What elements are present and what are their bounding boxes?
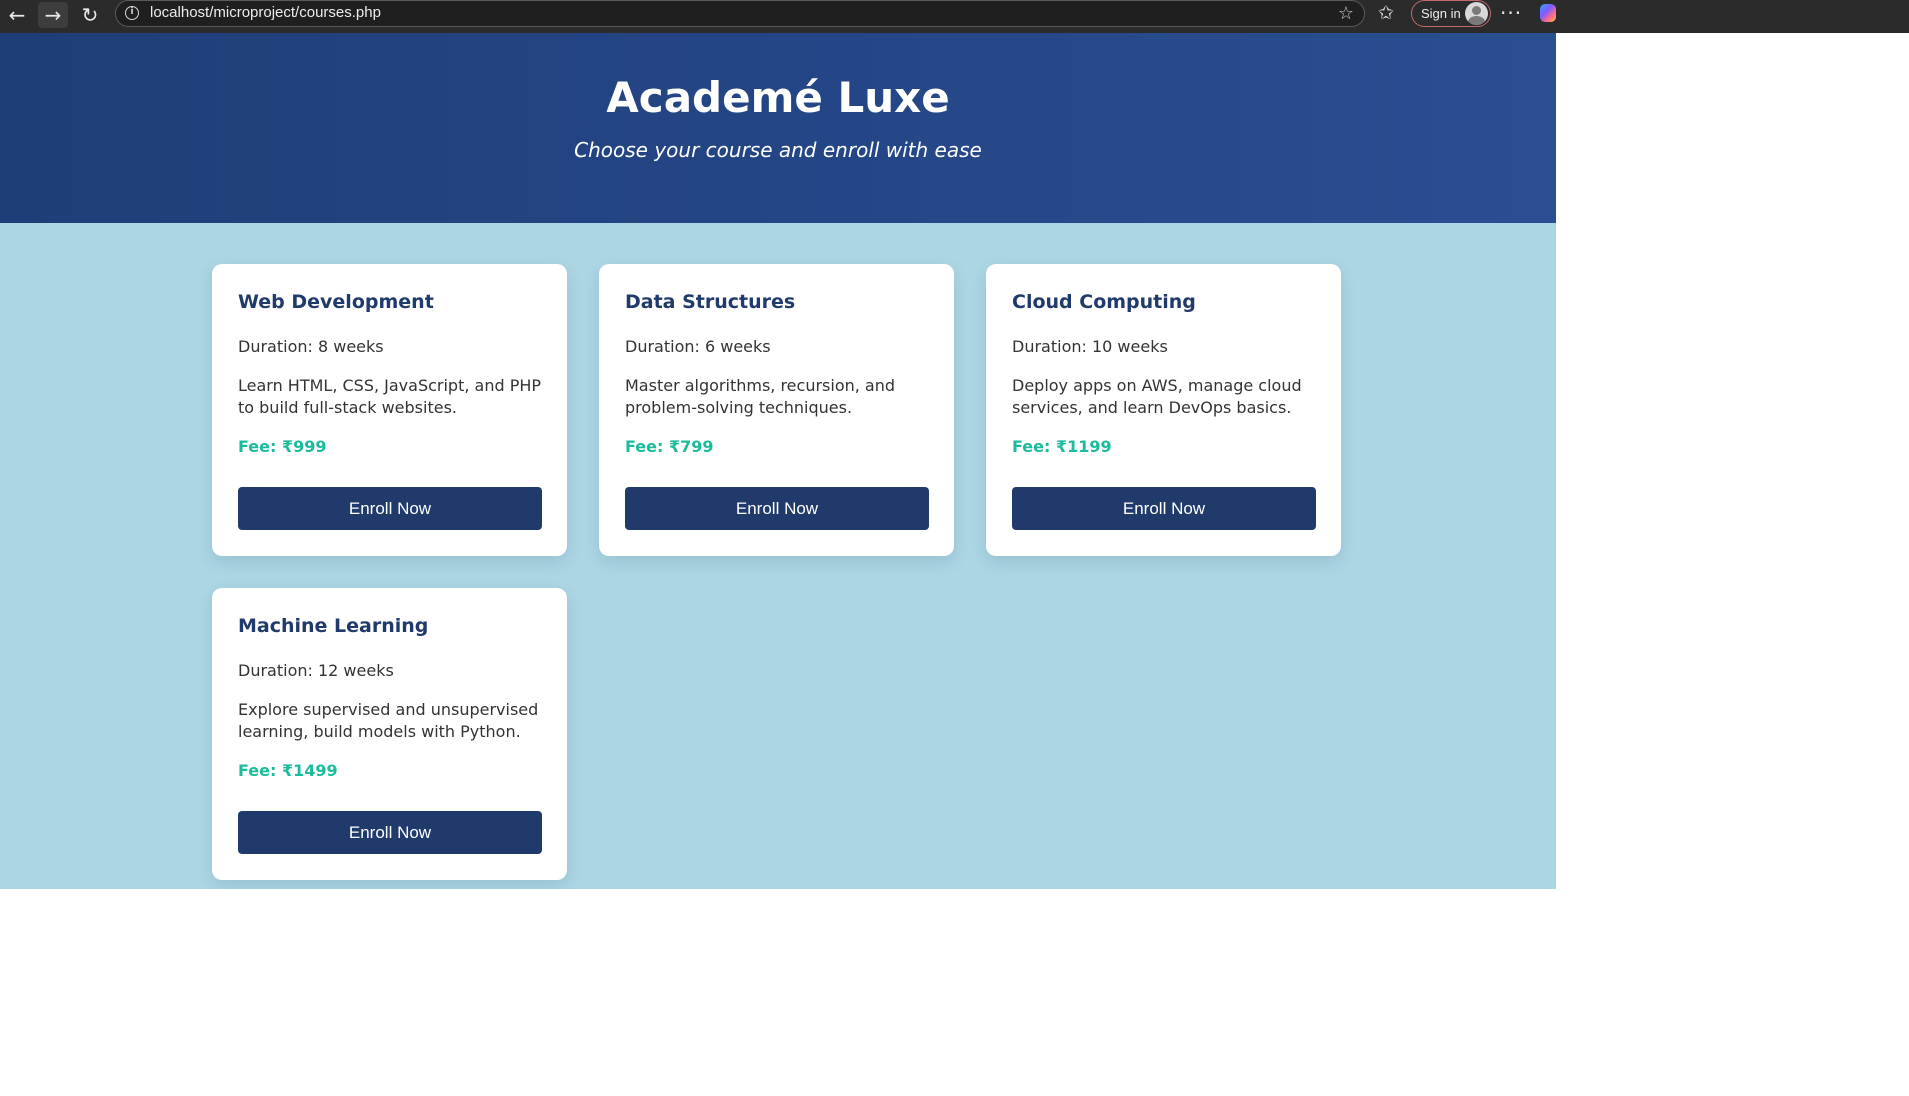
address-bar[interactable]: i localhost/microproject/courses.php ☆ — [115, 0, 1365, 27]
browser-toolbar: ← → ↻ i localhost/microproject/courses.p… — [0, 0, 1909, 33]
enroll-button[interactable]: Enroll Now — [625, 487, 929, 530]
enroll-button[interactable]: Enroll Now — [238, 811, 542, 854]
course-title: Data Structures — [625, 291, 796, 313]
page-content: Academé Luxe Choose your course and enro… — [0, 33, 1556, 889]
course-fee: Fee: ₹1199 — [1012, 437, 1112, 456]
url-text[interactable]: localhost/microproject/courses.php — [150, 4, 381, 21]
hero-header: Academé Luxe Choose your course and enro… — [0, 33, 1556, 223]
sign-in-button[interactable]: Sign in — [1411, 0, 1491, 27]
blank-area — [0, 889, 1909, 1096]
course-description: Explore supervised and unsupervised lear… — [238, 700, 539, 741]
course-description: Master algorithms, recursion, and proble… — [625, 376, 896, 417]
enroll-button[interactable]: Enroll Now — [1012, 487, 1316, 530]
course-title: Web Development — [238, 291, 434, 313]
favorites-icon[interactable]: ✩ — [1378, 2, 1394, 24]
course-title: Cloud Computing — [1012, 291, 1196, 313]
avatar-icon — [1465, 2, 1488, 25]
page-title: Academé Luxe — [606, 73, 950, 122]
course-duration: Duration: 10 weeks — [1012, 337, 1168, 356]
info-icon[interactable]: i — [125, 6, 139, 20]
course-duration: Duration: 12 weeks — [238, 661, 394, 680]
course-fee: Fee: ₹799 — [625, 437, 714, 456]
reload-icon[interactable]: ↻ — [75, 2, 105, 28]
course-duration: Duration: 8 weeks — [238, 337, 384, 356]
course-card-cloud-computing: Cloud Computing Duration: 10 weeks Deplo… — [986, 264, 1341, 556]
course-fee: Fee: ₹999 — [238, 437, 327, 456]
forward-arrow-icon[interactable]: → — [38, 2, 68, 28]
page-subtitle: Choose your course and enroll with ease — [574, 138, 982, 162]
back-arrow-icon[interactable]: ← — [2, 2, 32, 28]
course-duration: Duration: 6 weeks — [625, 337, 771, 356]
course-card-web-development: Web Development Duration: 8 weeks Learn … — [212, 264, 567, 556]
course-description: Deploy apps on AWS, manage cloud service… — [1012, 376, 1302, 417]
more-icon[interactable]: ··· — [1500, 1, 1522, 25]
course-fee: Fee: ₹1499 — [238, 761, 338, 780]
copilot-icon[interactable] — [1540, 4, 1556, 22]
course-card-machine-learning: Machine Learning Duration: 12 weeks Expl… — [212, 588, 567, 880]
sign-in-label: Sign in — [1421, 6, 1461, 21]
course-title: Machine Learning — [238, 615, 429, 637]
enroll-button[interactable]: Enroll Now — [238, 487, 542, 530]
course-card-data-structures: Data Structures Duration: 6 weeks Master… — [599, 264, 954, 556]
star-icon[interactable]: ☆ — [1338, 3, 1354, 24]
course-description: Learn HTML, CSS, JavaScript, and PHP to … — [238, 376, 542, 417]
